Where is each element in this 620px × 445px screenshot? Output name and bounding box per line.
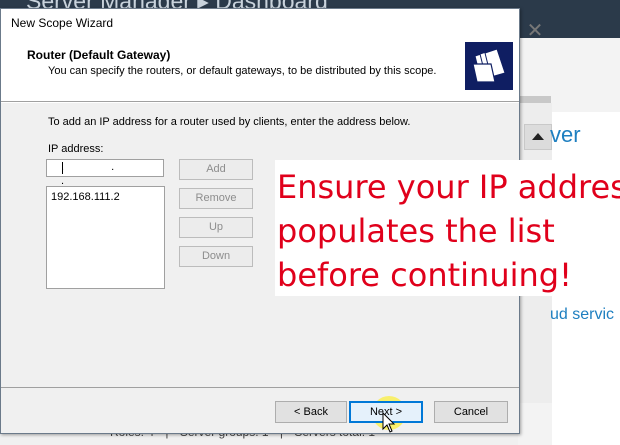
instruction-text: To add an IP address for a router used b…	[48, 116, 411, 128]
ip-address-label: IP address:	[48, 143, 104, 155]
configure-server-link[interactable]: ver	[550, 122, 581, 148]
scroll-up-arrow-icon[interactable]	[524, 124, 552, 150]
page-title: Router (Default Gateway)	[27, 48, 171, 62]
down-button[interactable]: Down	[179, 246, 253, 267]
mouse-cursor-icon	[382, 412, 396, 433]
cancel-button[interactable]: Cancel	[434, 401, 508, 423]
annotation-line: Ensure your IP address	[277, 168, 620, 206]
page-subtitle: You can specify the routers, or default …	[48, 65, 437, 77]
close-icon[interactable]: ✕	[520, 18, 550, 44]
wizard-header: Router (Default Gateway) You can specify…	[1, 37, 519, 102]
up-button[interactable]: Up	[179, 217, 253, 238]
dialog-title: New Scope Wizard	[11, 16, 114, 30]
divider	[1, 387, 519, 388]
router-list[interactable]: 192.168.111.2	[46, 186, 165, 289]
folders-icon	[465, 42, 513, 90]
annotation-line: before continuing!	[277, 256, 572, 294]
cloud-services-link[interactable]: ud servic	[550, 306, 614, 324]
ip-address-value: . . .	[61, 161, 137, 187]
back-button[interactable]: < Back	[275, 401, 347, 423]
remove-button[interactable]: Remove	[179, 188, 253, 209]
annotation-line: populates the list	[277, 212, 555, 250]
dialog-titlebar[interactable]: New Scope Wizard	[1, 9, 519, 37]
list-item[interactable]: 192.168.111.2	[51, 191, 120, 203]
add-button[interactable]: Add	[179, 159, 253, 180]
annotation-callout: Ensure your IP address populates the lis…	[275, 160, 620, 296]
ip-address-input[interactable]: . . .	[46, 159, 164, 187]
divider	[1, 102, 519, 103]
